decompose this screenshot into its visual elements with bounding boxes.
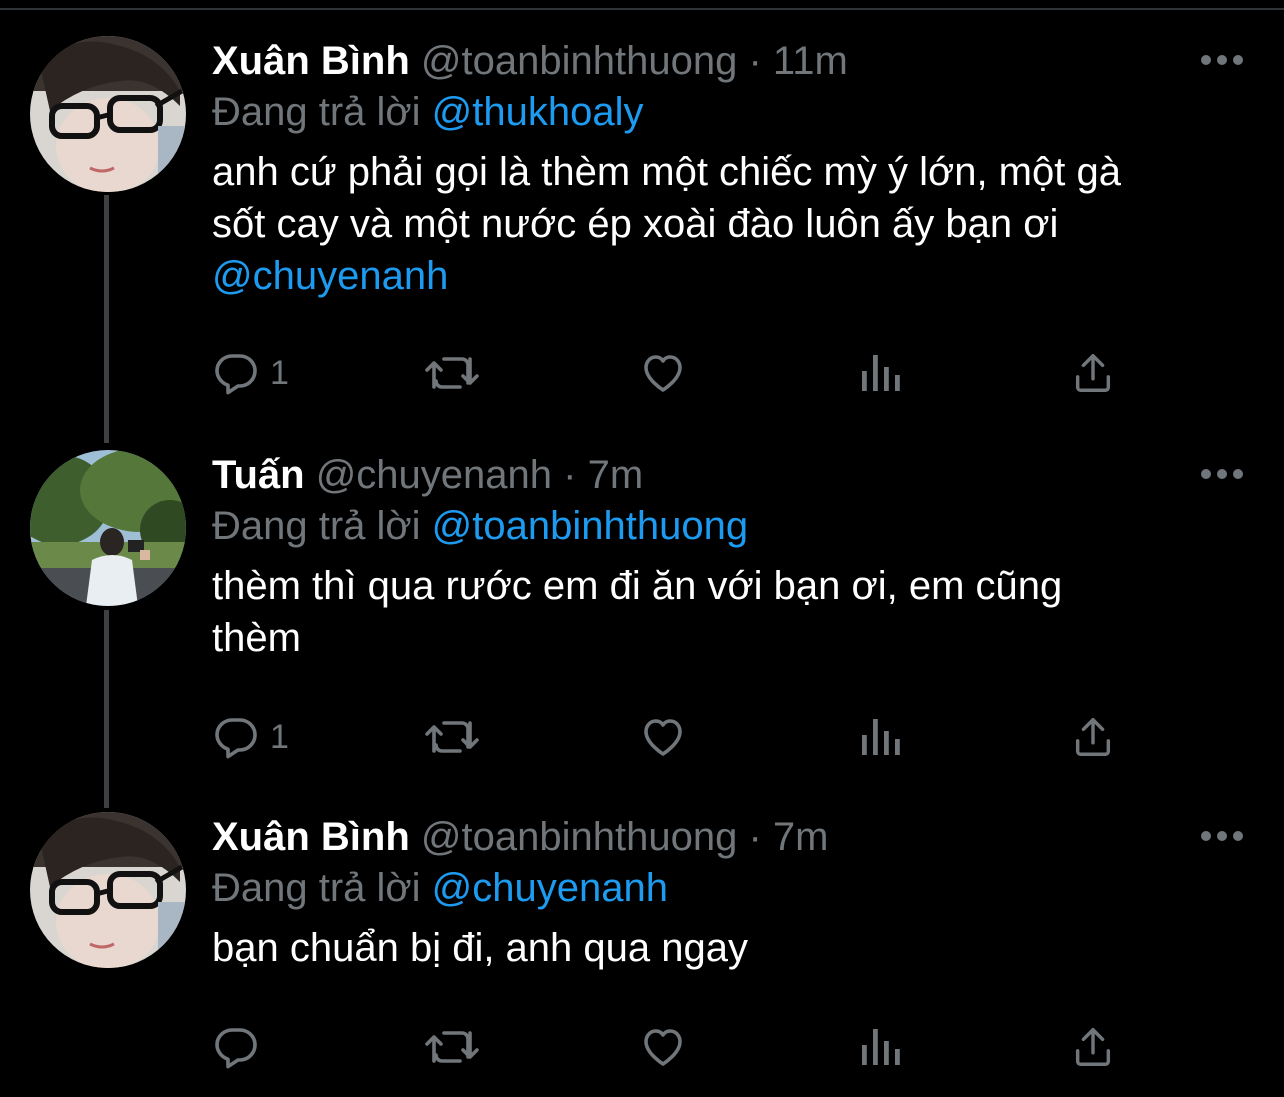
timestamp[interactable]: 11m (773, 39, 848, 83)
retweet-button[interactable] (424, 712, 480, 762)
speech-bubble-icon (215, 354, 257, 395)
tweet-text: anh cứ phải gọi là thèm một chiếc mỳ ý l… (212, 146, 1242, 302)
timestamp[interactable]: 7m (773, 815, 829, 859)
separator-dot: · (748, 39, 762, 83)
share-upload-icon (1075, 354, 1111, 392)
like-button[interactable] (638, 712, 688, 762)
tweet-text-line: sốt cay và một nước ép xoài đào luôn ấy … (212, 202, 1059, 246)
speech-bubble-icon (215, 718, 257, 759)
avatar-image (30, 450, 186, 606)
tweet-text-line: thèm (212, 616, 301, 660)
timestamp[interactable]: 7m (588, 453, 644, 497)
replying-to-label: Đang trả lời (212, 866, 421, 910)
separator-dot: · (748, 815, 762, 859)
replying-to-label: Đang trả lời (212, 504, 421, 548)
avatar[interactable] (30, 450, 186, 606)
tweet-actions: 1 (212, 348, 1232, 398)
views-button[interactable] (858, 348, 902, 398)
heart-icon (644, 719, 682, 756)
tweet-content: Tuấn @chuyenanh · 7m Đang trả lời @toanb… (212, 450, 1242, 664)
share-button[interactable] (1070, 1022, 1116, 1072)
tweet-header: Tuấn @chuyenanh · 7m (212, 450, 1242, 500)
avatar-image (30, 36, 186, 192)
user-handle[interactable]: @chuyenanh (316, 453, 552, 497)
replying-to-mention[interactable]: @chuyenanh (432, 866, 668, 910)
share-button[interactable] (1070, 712, 1116, 762)
share-button[interactable] (1070, 348, 1116, 398)
separator-dot: · (563, 453, 577, 497)
tweet-header: Xuân Bình @toanbinhthuong · 11m (212, 36, 1242, 86)
bar-chart-icon (862, 1029, 900, 1065)
top-divider (0, 8, 1284, 10)
views-button[interactable] (858, 712, 902, 762)
user-handle[interactable]: @toanbinhthuong (421, 39, 737, 83)
tweet-header: Xuân Bình @toanbinhthuong · 7m (212, 812, 1242, 862)
like-button[interactable] (638, 1022, 688, 1072)
views-button[interactable] (858, 1022, 902, 1072)
reply-button[interactable]: 1 (212, 348, 289, 398)
user-handle[interactable]: @toanbinhthuong (421, 815, 737, 859)
replying-to: Đang trả lời @thukhoaly (212, 86, 1242, 138)
share-upload-icon (1075, 1028, 1111, 1066)
avatar-image (30, 812, 186, 968)
tweet-text-line: thèm thì qua rước em đi ăn với bạn ơi, e… (212, 564, 1063, 608)
replying-to-mention[interactable]: @thukhoaly (432, 90, 644, 134)
tweet-actions (212, 1022, 1232, 1072)
tweet-text-mention[interactable]: @chuyenanh (212, 250, 1242, 302)
bar-chart-icon (862, 719, 900, 755)
reply-button[interactable] (212, 1022, 260, 1072)
bar-chart-icon (862, 355, 900, 391)
three-dots-icon[interactable] (1200, 54, 1244, 66)
replying-to: Đang trả lời @chuyenanh (212, 862, 1242, 914)
retweet-button[interactable] (424, 348, 480, 398)
display-name[interactable]: Xuân Bình (212, 39, 410, 83)
retweet-icon (425, 721, 479, 753)
tweet-text-line: anh cứ phải gọi là thèm một chiếc mỳ ý l… (212, 150, 1121, 194)
retweet-button[interactable] (424, 1022, 480, 1072)
thread-line (104, 610, 109, 808)
reply-count: 1 (270, 717, 289, 756)
tweet-actions: 1 (212, 712, 1232, 762)
like-button[interactable] (638, 348, 688, 398)
avatar[interactable] (30, 812, 186, 968)
tweet-text: bạn chuẩn bị đi, anh qua ngay (212, 922, 1242, 974)
reply-button[interactable]: 1 (212, 712, 289, 762)
three-dots-icon[interactable] (1200, 830, 1244, 842)
speech-bubble-icon (215, 1028, 257, 1069)
heart-icon (644, 1029, 682, 1066)
replying-to-label: Đang trả lời (212, 90, 421, 134)
thread-line (104, 195, 109, 443)
retweet-icon (425, 1031, 479, 1063)
reply-count: 1 (270, 353, 289, 392)
heart-icon (644, 355, 682, 392)
retweet-icon (425, 357, 479, 389)
replying-to-mention[interactable]: @toanbinhthuong (432, 504, 748, 548)
tweet-content: Xuân Bình @toanbinhthuong · 7m Đang trả … (212, 812, 1242, 974)
display-name[interactable]: Xuân Bình (212, 815, 410, 859)
replying-to: Đang trả lời @toanbinhthuong (212, 500, 1242, 552)
share-upload-icon (1075, 718, 1111, 756)
tweet-content: Xuân Bình @toanbinhthuong · 11m Đang trả… (212, 36, 1242, 302)
tweet-text-line: bạn chuẩn bị đi, anh qua ngay (212, 926, 748, 970)
display-name[interactable]: Tuấn (212, 453, 305, 497)
avatar[interactable] (30, 36, 186, 192)
three-dots-icon[interactable] (1200, 468, 1244, 480)
tweet-text: thèm thì qua rước em đi ăn với bạn ơi, e… (212, 560, 1242, 664)
